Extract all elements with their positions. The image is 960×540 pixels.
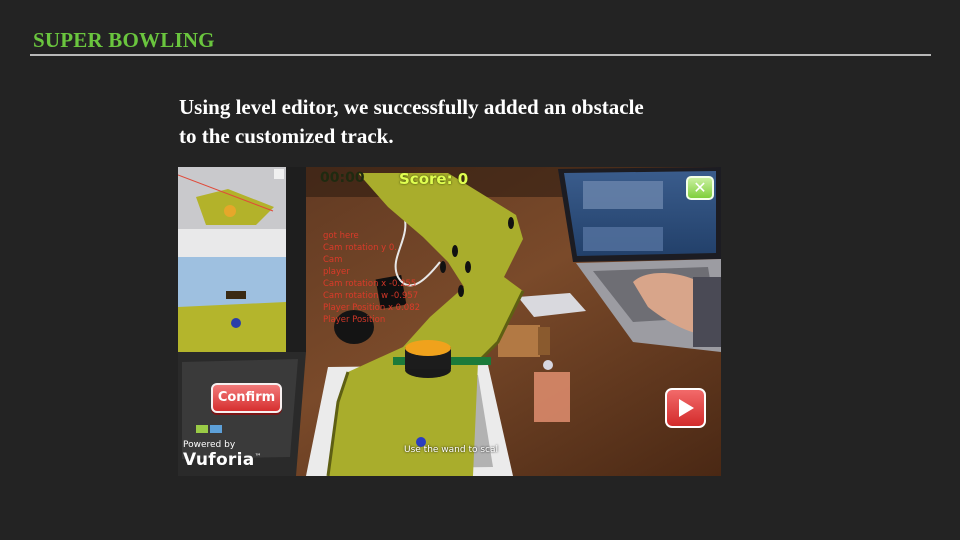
close-button[interactable]: ✕ [686, 176, 714, 200]
wand-hint-text: Use the wand to scal [404, 445, 499, 455]
vuforia-trademark: ™ [254, 452, 262, 461]
right-laptop-panel [583, 227, 663, 251]
confirm-button[interactable]: Confirm [211, 383, 282, 413]
obstacle-disk-top [405, 340, 451, 356]
right-laptop-window [583, 181, 663, 209]
play-icon [679, 399, 694, 417]
vuforia-wordmark: Vuforia [183, 450, 255, 470]
vuforia-logo: Vuforia™ [183, 450, 262, 470]
sleeve [693, 277, 721, 347]
hud-timer: 00:00 [320, 170, 365, 186]
slide-title: SUPER BOWLING [33, 28, 215, 52]
ar-app-screenshot: 00:00 Score: 0 got here Cam rotation y 0… [178, 167, 721, 476]
close-icon: ✕ [693, 178, 707, 197]
title-divider [30, 54, 931, 56]
orange-cube [534, 372, 570, 422]
hud-score: Score: 0 [399, 170, 469, 188]
minimap-ground [178, 302, 286, 352]
powered-by-label: Powered by [183, 440, 236, 450]
play-button[interactable] [665, 388, 706, 428]
slide-caption: Using level editor, we successfully adde… [179, 93, 779, 151]
caption-line-2: to the customized track. [179, 124, 394, 148]
wand-tip [543, 360, 553, 370]
corner-marker [274, 169, 284, 179]
vuforia-flag [196, 425, 208, 433]
minimap-pin [231, 318, 241, 328]
minimap-ball [224, 205, 236, 217]
minimap-obstacle [226, 291, 246, 299]
left-laptop-bezel [286, 167, 306, 352]
caption-line-1: Using level editor, we successfully adde… [179, 95, 644, 119]
debug-overlay-text: got here Cam rotation y 0. Cam player Ca… [323, 231, 421, 325]
wooden-box-side [538, 327, 550, 355]
